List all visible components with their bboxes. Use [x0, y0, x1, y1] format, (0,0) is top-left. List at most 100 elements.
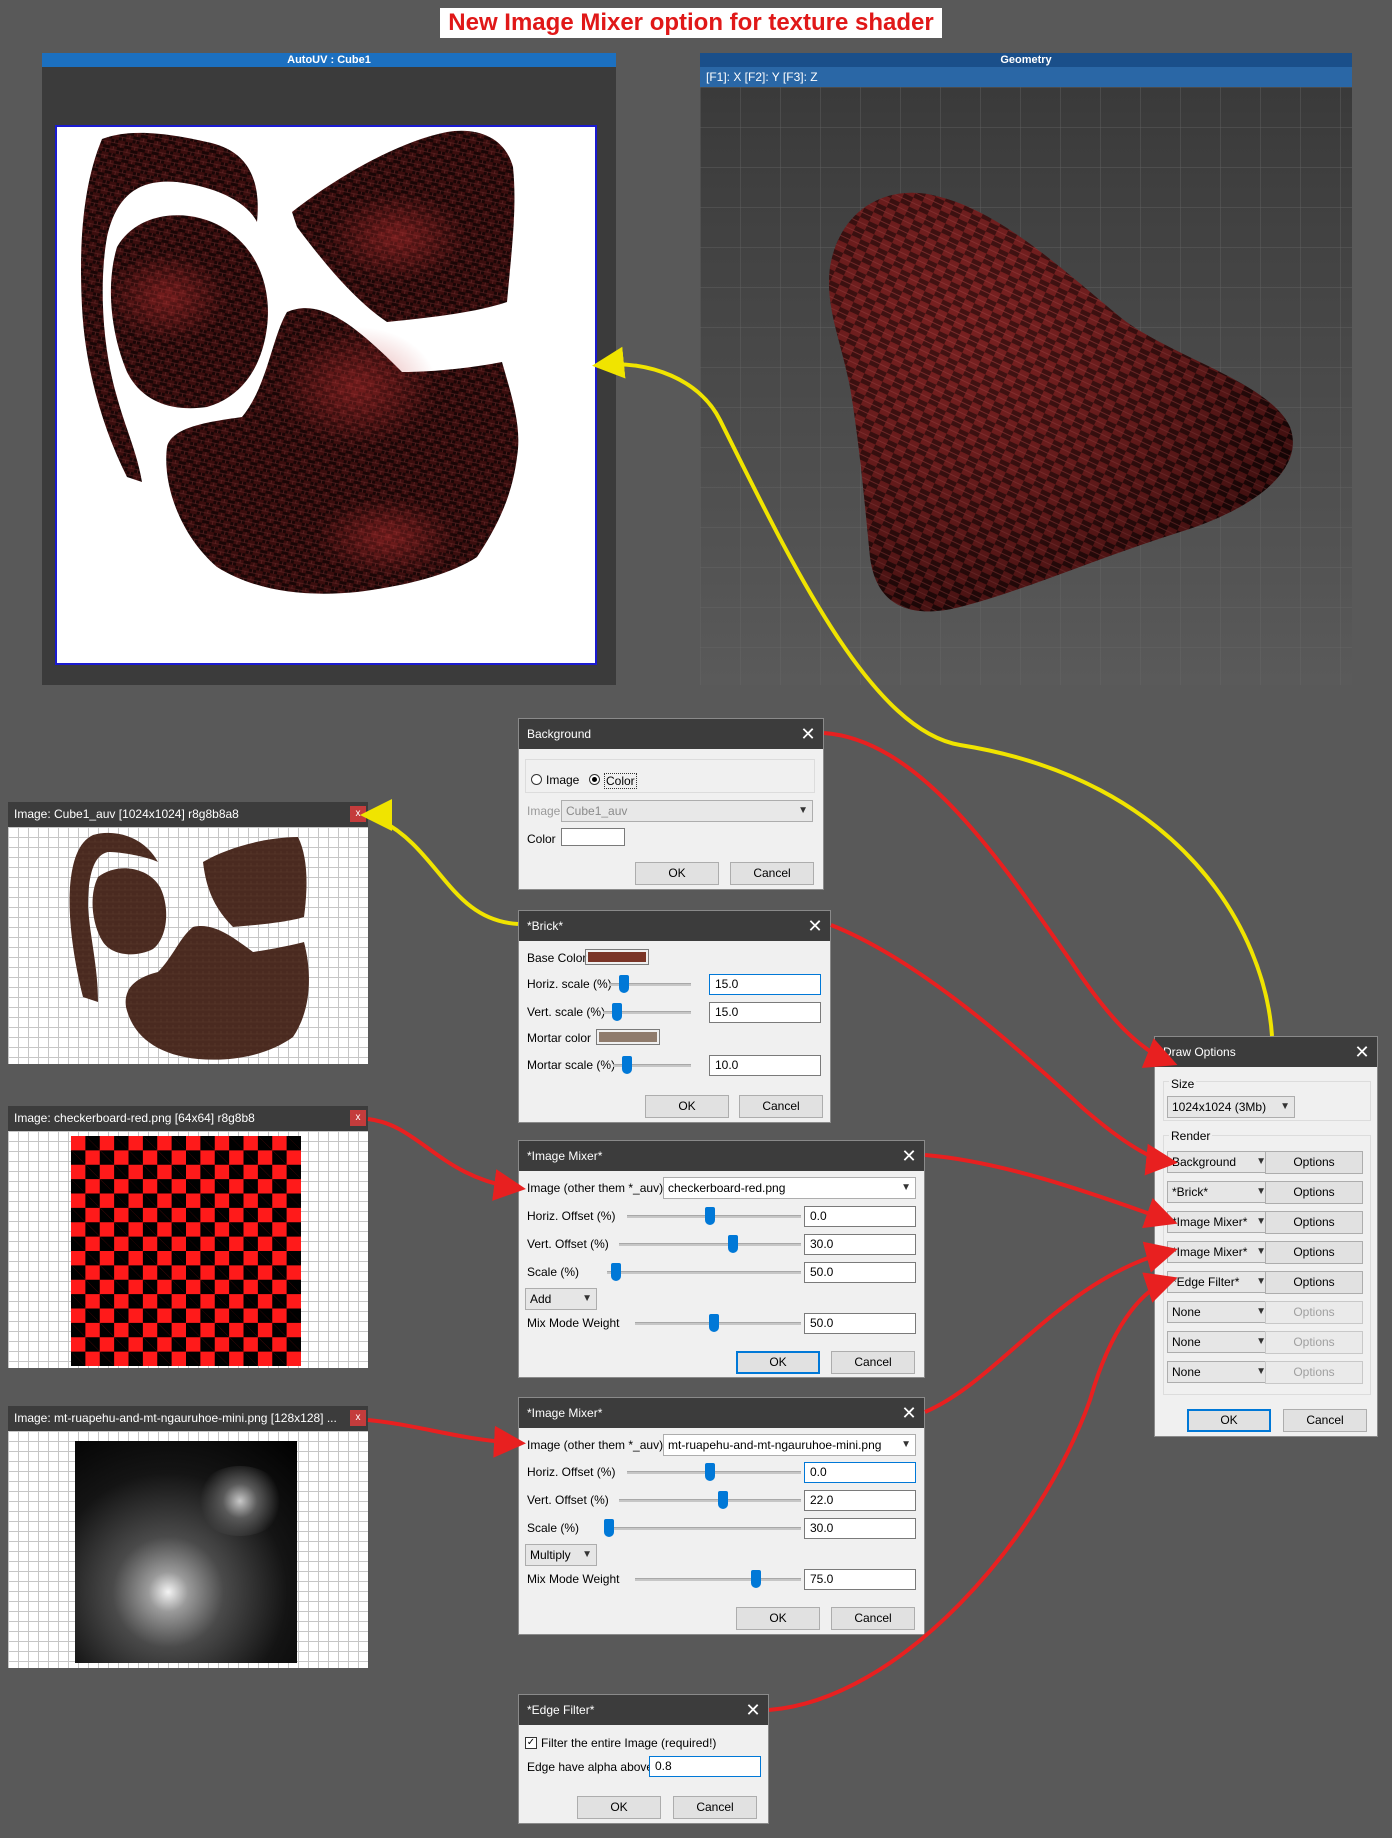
- render-slot-select[interactable]: None ▼: [1167, 1301, 1271, 1323]
- dialog-title: *Image Mixer* ✕: [519, 1141, 924, 1171]
- image-canvas: [8, 1431, 368, 1668]
- ok-button[interactable]: OK: [1187, 1409, 1271, 1432]
- cancel-button[interactable]: Cancel: [831, 1351, 915, 1374]
- ok-button[interactable]: OK: [645, 1095, 729, 1118]
- render-slot-options-button[interactable]: Options: [1265, 1211, 1363, 1234]
- chevron-down-icon: ▼: [582, 1549, 592, 1560]
- render-slot-select[interactable]: None ▼: [1167, 1361, 1271, 1383]
- vert-offset-track: [619, 1499, 801, 1502]
- render-slot-options-button[interactable]: Options: [1265, 1241, 1363, 1264]
- cancel-button[interactable]: Cancel: [831, 1607, 915, 1630]
- ok-button[interactable]: OK: [736, 1607, 820, 1630]
- render-slot-select[interactable]: *Image Mixer* ▼: [1167, 1241, 1271, 1263]
- mix-mode-select[interactable]: Add ▼: [525, 1288, 597, 1310]
- vert-offset-slider[interactable]: [728, 1235, 738, 1253]
- mix-weight-input[interactable]: 50.0: [804, 1313, 916, 1334]
- filter-entire-checkbox[interactable]: ✓: [525, 1737, 537, 1749]
- scale-input[interactable]: 30.0: [804, 1518, 916, 1539]
- mix-weight-slider[interactable]: [751, 1570, 761, 1588]
- radio-image-label: Image: [546, 773, 580, 787]
- render-slot-options-button[interactable]: Options: [1265, 1151, 1363, 1174]
- dialog-title: *Brick* ✕: [519, 911, 830, 941]
- vert-offset-slider[interactable]: [718, 1491, 728, 1509]
- radio-color[interactable]: [589, 774, 600, 785]
- color-label: Color: [527, 832, 556, 846]
- color-swatch[interactable]: [561, 828, 625, 846]
- geometry-title: Geometry: [700, 53, 1352, 67]
- render-slot-options-button[interactable]: Options: [1265, 1181, 1363, 1204]
- close-icon[interactable]: x: [350, 1110, 366, 1126]
- ok-button[interactable]: OK: [736, 1351, 820, 1374]
- dialog-title: Background ✕: [519, 719, 823, 749]
- render-slot-select[interactable]: *Image Mixer* ▼: [1167, 1211, 1271, 1233]
- cancel-button[interactable]: Cancel: [673, 1796, 757, 1819]
- vert-scale-slider[interactable]: [612, 1003, 622, 1021]
- mix-weight-label: Mix Mode Weight: [527, 1572, 620, 1586]
- render-slot-options-button[interactable]: Options: [1265, 1271, 1363, 1294]
- scale-slider[interactable]: [611, 1263, 621, 1281]
- render-slot-select[interactable]: None ▼: [1167, 1331, 1271, 1353]
- horiz-offset-input[interactable]: 0.0: [804, 1462, 916, 1483]
- close-icon[interactable]: ✕: [894, 1398, 924, 1428]
- scale-input[interactable]: 50.0: [804, 1262, 916, 1283]
- image-select[interactable]: mt-ruapehu-and-mt-ngauruhoe-mini.png ▼: [663, 1434, 916, 1456]
- vert-offset-input[interactable]: 30.0: [804, 1234, 916, 1255]
- uv-preview: [69, 832, 309, 1060]
- close-icon[interactable]: x: [350, 1410, 366, 1426]
- mix-mode-value: Multiply: [530, 1548, 571, 1562]
- vert-offset-input[interactable]: 22.0: [804, 1490, 916, 1511]
- horiz-scale-input[interactable]: 15.0: [709, 974, 821, 995]
- image-select-value: mt-ruapehu-and-mt-ngauruhoe-mini.png: [668, 1438, 882, 1452]
- image-window-title: Image: mt-ruapehu-and-mt-ngauruhoe-mini.…: [8, 1406, 368, 1431]
- horiz-scale-slider[interactable]: [619, 975, 629, 993]
- close-icon[interactable]: ✕: [894, 1141, 924, 1171]
- cancel-button[interactable]: Cancel: [730, 862, 814, 885]
- close-icon[interactable]: ✕: [1347, 1037, 1377, 1067]
- ok-button[interactable]: OK: [635, 862, 719, 885]
- close-icon[interactable]: ✕: [793, 719, 823, 749]
- mortar-scale-slider[interactable]: [622, 1056, 632, 1074]
- alpha-input[interactable]: 0.8: [649, 1756, 761, 1777]
- autouv-canvas[interactable]: [55, 125, 597, 665]
- base-color-swatch[interactable]: [585, 949, 649, 965]
- render-slot-value: None: [1172, 1365, 1201, 1379]
- render-slot-select[interactable]: *Edge Filter* ▼: [1167, 1271, 1271, 1293]
- chevron-down-icon: ▼: [798, 805, 808, 816]
- heightmap-image: [75, 1441, 297, 1663]
- autouv-title: AutoUV : Cube1: [42, 53, 616, 67]
- image-canvas: [8, 827, 368, 1064]
- viewport-3d[interactable]: [700, 87, 1352, 685]
- image-select[interactable]: checkerboard-red.png ▼: [663, 1177, 916, 1199]
- mix-weight-input[interactable]: 75.0: [804, 1569, 916, 1590]
- vert-offset-label: Vert. Offset (%): [527, 1237, 609, 1251]
- mix-mode-select[interactable]: Multiply ▼: [525, 1544, 597, 1566]
- render-slot-select[interactable]: *Brick* ▼: [1167, 1181, 1271, 1203]
- mortar-color-swatch[interactable]: [596, 1029, 660, 1045]
- radio-image[interactable]: [531, 774, 542, 785]
- vert-scale-input[interactable]: 15.0: [709, 1002, 821, 1023]
- size-select-value: 1024x1024 (3Mb): [1172, 1100, 1267, 1114]
- scale-track: [607, 1527, 801, 1530]
- dialog-title-text: *Edge Filter*: [527, 1703, 595, 1717]
- render-slot-select[interactable]: Background ▼: [1167, 1151, 1271, 1173]
- size-select[interactable]: 1024x1024 (3Mb) ▼: [1167, 1096, 1295, 1118]
- mix-weight-label: Mix Mode Weight: [527, 1316, 620, 1330]
- filter-entire-label: Filter the entire Image (required!): [541, 1736, 717, 1750]
- close-icon[interactable]: x: [350, 806, 366, 822]
- arrow-mixer1: [924, 1153, 1178, 1229]
- horiz-offset-slider[interactable]: [705, 1207, 715, 1225]
- cancel-button[interactable]: Cancel: [1283, 1409, 1367, 1432]
- scale-slider[interactable]: [604, 1519, 614, 1537]
- mortar-scale-input[interactable]: 10.0: [709, 1055, 821, 1076]
- close-icon[interactable]: ✕: [800, 911, 830, 941]
- mix-weight-slider[interactable]: [709, 1314, 719, 1332]
- arrow-mixer2: [924, 1241, 1178, 1414]
- horiz-offset-slider[interactable]: [705, 1463, 715, 1481]
- close-icon[interactable]: ✕: [738, 1695, 768, 1725]
- base-color-fill: [588, 952, 646, 962]
- horiz-offset-input[interactable]: 0.0: [804, 1206, 916, 1227]
- scale-label: Scale (%): [527, 1265, 580, 1279]
- render-slot-value: Background: [1172, 1155, 1237, 1169]
- cancel-button[interactable]: Cancel: [739, 1095, 823, 1118]
- ok-button[interactable]: OK: [577, 1796, 661, 1819]
